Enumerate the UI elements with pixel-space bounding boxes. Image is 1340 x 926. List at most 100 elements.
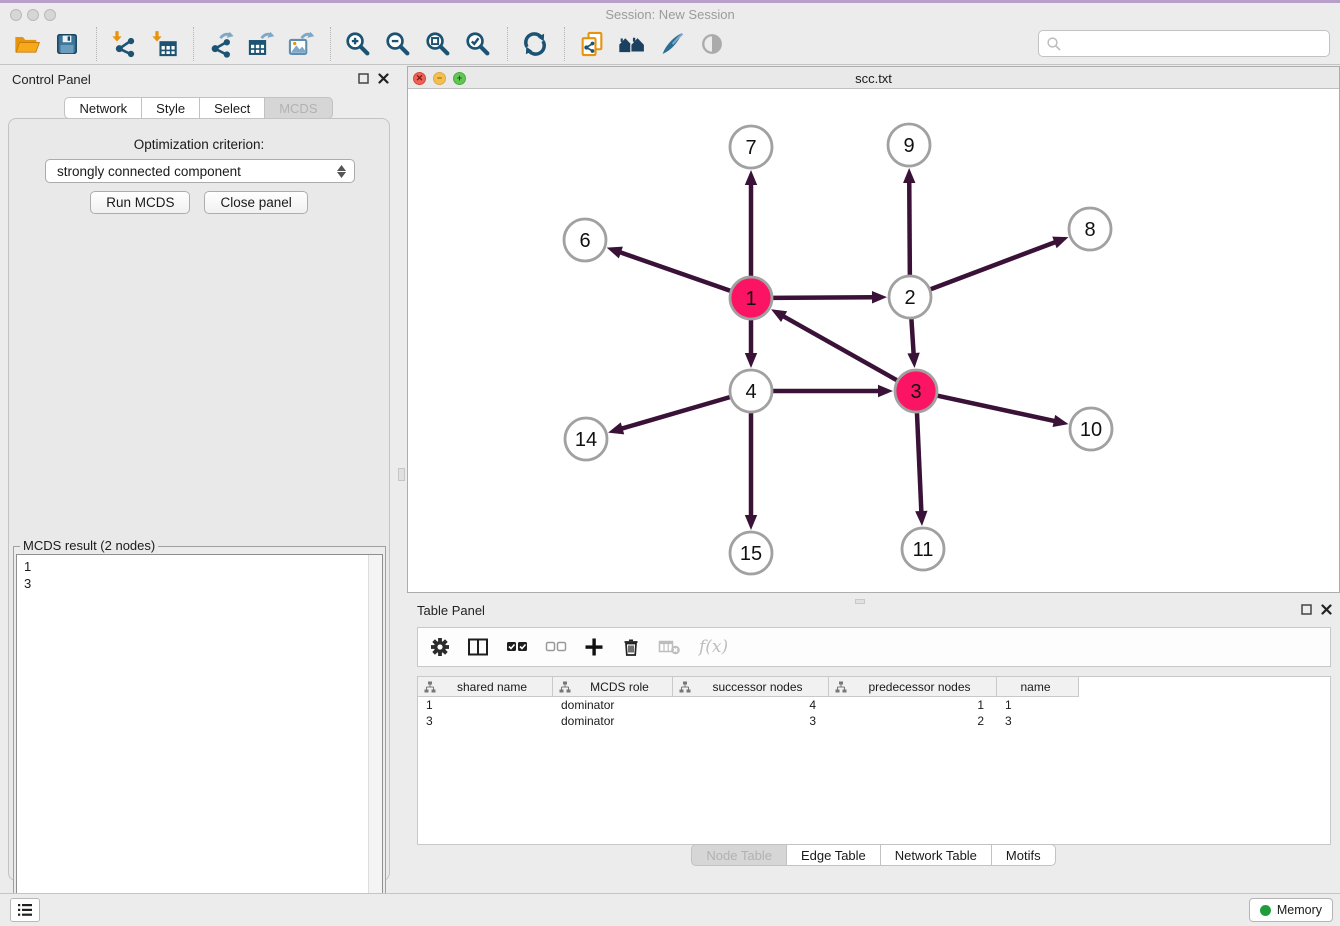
zoom-out-icon[interactable] [381,27,415,61]
app-title: Session: New Session [0,7,1340,22]
task-history-button[interactable] [10,898,40,922]
graph-edge-arrowhead [1052,237,1068,249]
tab-network-table[interactable]: Network Table [881,844,992,866]
network-window-titlebar[interactable]: ✕ − + scc.txt [408,67,1339,89]
table-tabs: Node Table Edge Table Network Table Moti… [407,844,1340,866]
column-header-MCDS-role[interactable]: MCDS role [553,677,673,697]
search-input[interactable] [1062,31,1329,56]
tab-edge-table[interactable]: Edge Table [787,844,881,866]
split-view-icon[interactable] [467,637,489,657]
select-all-icon[interactable] [506,637,528,657]
list-icon [17,903,33,917]
graph-edge-3-1[interactable] [782,316,896,381]
tree-icon [835,681,847,693]
node-table[interactable]: shared nameMCDS rolesuccessor nodesprede… [417,676,1331,845]
result-line: 3 [24,575,382,592]
export-image-icon[interactable] [284,27,318,61]
network-window-title: scc.txt [408,71,1339,86]
apply-layout-icon[interactable] [518,27,552,61]
run-mcds-button[interactable]: Run MCDS [90,191,190,214]
export-table-icon[interactable] [244,27,278,61]
table-cell: 1 [418,698,553,712]
search-field[interactable] [1038,30,1330,57]
toolbar-separator [193,27,194,61]
graph-edge-arrowhead [607,247,623,259]
import-network-icon[interactable] [107,27,141,61]
home-icon[interactable] [615,27,649,61]
open-session-icon[interactable] [10,27,44,61]
tab-node-table[interactable]: Node Table [691,844,787,866]
column-header-shared-name[interactable]: shared name [418,677,553,697]
graph-edge-4-14[interactable] [621,397,730,429]
main-toolbar [0,23,1340,65]
close-panel-icon[interactable] [378,73,389,84]
graph-node-label: 1 [745,288,756,310]
add-column-icon[interactable] [584,637,604,657]
graph-edge-2-8[interactable] [931,242,1057,290]
column-header-successor-nodes[interactable]: successor nodes [673,677,829,697]
titlebar: Session: New Session [0,3,1340,23]
zoom-fit-icon[interactable] [421,27,455,61]
table-toolbar: f(x) [417,627,1331,667]
delete-table-icon[interactable] [658,637,682,657]
zoom-in-icon[interactable] [341,27,375,61]
control-panel-title: Control Panel [12,72,91,87]
optimization-criterion-dropdown[interactable]: strongly connected component [45,159,355,183]
tab-select[interactable]: Select [200,97,265,119]
deselect-all-icon[interactable] [545,637,567,657]
tab-motifs[interactable]: Motifs [992,844,1056,866]
close-panel-icon[interactable] [1321,604,1332,615]
graph-edge-arrowhead [745,353,757,368]
zoom-selected-icon[interactable] [461,27,495,61]
optimization-criterion-label: Optimization criterion: [9,137,389,152]
network-canvas[interactable]: 7968124314101511 [408,89,1339,592]
close-panel-button[interactable]: Close panel [204,191,307,214]
graph-edge-2-9[interactable] [909,181,910,275]
export-network-icon[interactable] [204,27,238,61]
mcds-result-title: MCDS result (2 nodes) [20,538,158,553]
table-cell: 1 [829,698,997,712]
float-panel-icon[interactable] [1301,604,1312,615]
result-scrollbar[interactable] [368,555,382,922]
column-header-predecessor-nodes[interactable]: predecessor nodes [829,677,997,697]
mcds-result-list[interactable]: 13 [16,554,383,923]
hide-details-icon[interactable] [695,27,729,61]
table-row[interactable]: 1dominator411 [418,697,1330,713]
graph-edge-1-2[interactable] [773,297,874,298]
graph-edge-arrowhead [915,511,927,526]
float-panel-icon[interactable] [358,73,369,84]
result-line: 1 [24,558,382,575]
graph-node-label: 3 [910,381,921,403]
clone-network-icon[interactable] [575,27,609,61]
graph-node-label: 15 [740,543,762,565]
save-session-icon[interactable] [50,27,84,61]
style-brush-icon[interactable] [655,27,689,61]
table-cell: 3 [997,714,1079,728]
graph-edge-1-6[interactable] [619,252,730,291]
column-header-name[interactable]: name [997,677,1079,697]
graph-node-label: 4 [745,381,756,403]
splitter-grip[interactable] [398,468,405,481]
graph-edge-2-3[interactable] [911,319,913,355]
graph-edge-arrowhead [1053,415,1069,427]
network-graph[interactable]: 7968124314101511 [408,89,1339,592]
tab-style[interactable]: Style [142,97,200,119]
graph-node-label: 9 [903,135,914,157]
tab-mcds[interactable]: MCDS [265,97,332,119]
graph-edge-3-10[interactable] [937,396,1055,422]
toolbar-separator [507,27,508,61]
import-table-icon[interactable] [147,27,181,61]
gear-icon[interactable] [430,637,450,657]
graph-edge-3-11[interactable] [917,413,921,513]
table-cell: 2 [829,714,997,728]
delete-icon[interactable] [621,637,641,657]
graph-node-label: 7 [745,137,756,159]
tree-icon [424,681,436,693]
horizontal-splitter-grip[interactable] [855,599,865,604]
function-builder-icon[interactable]: f(x) [699,637,728,657]
vertical-splitter[interactable] [397,66,407,893]
graph-edge-arrowhead [907,353,919,368]
memory-button[interactable]: Memory [1249,898,1333,922]
table-row[interactable]: 3dominator323 [418,713,1330,729]
tab-network[interactable]: Network [64,97,142,119]
